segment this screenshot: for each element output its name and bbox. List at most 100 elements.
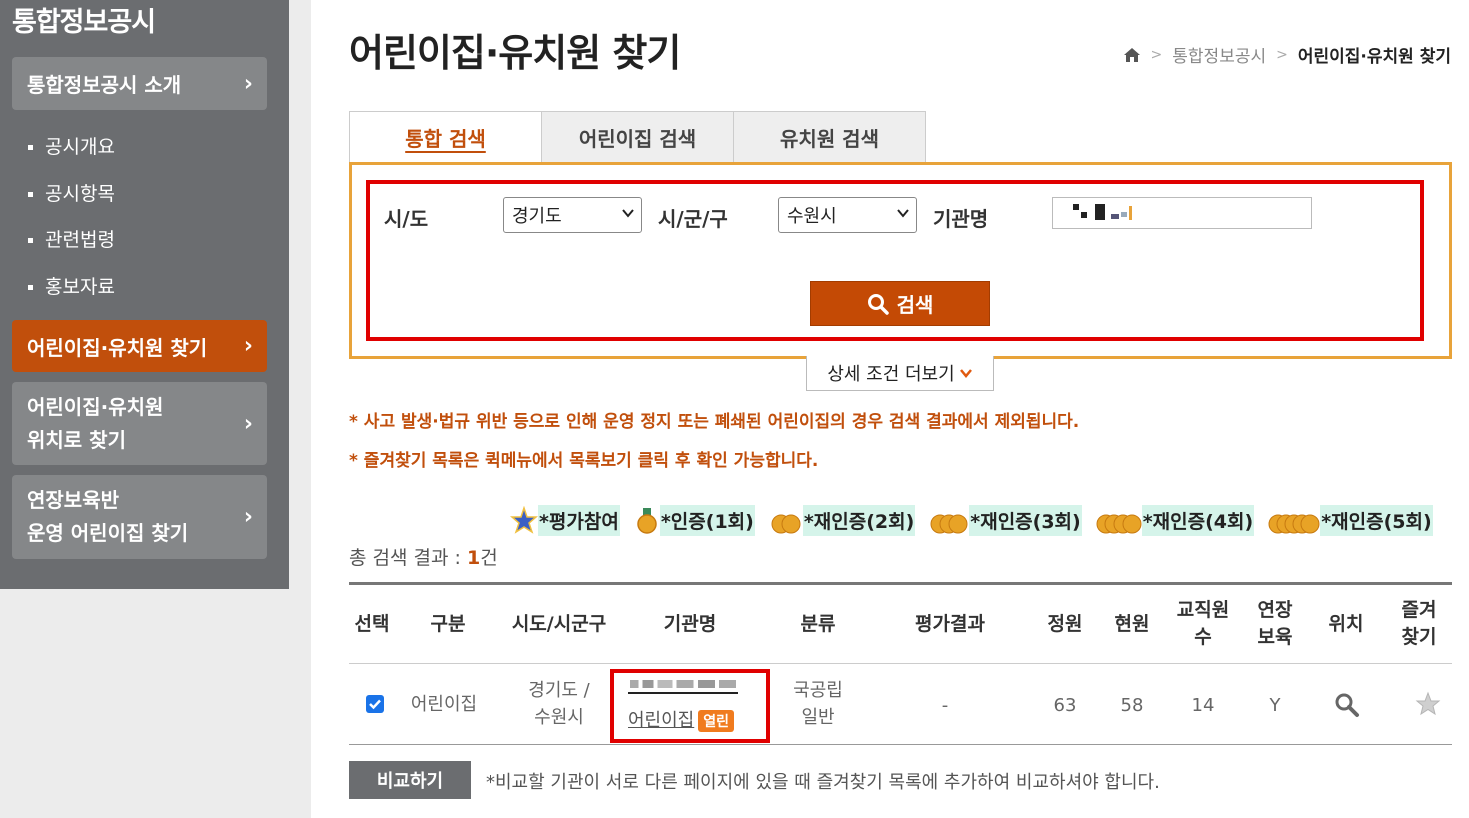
col-header-favorite-line1: 즐겨: [1401, 599, 1437, 621]
col-header-type: 구분: [430, 613, 466, 635]
legend-cert-2: *재인증(2회): [769, 505, 916, 536]
sidebar-item-find-by-location[interactable]: 어린이집·유치원 위치로 찾기 ›: [12, 382, 267, 465]
table-bottom-border: [349, 744, 1452, 745]
chevron-right-icon: ›: [243, 411, 253, 436]
row-select-checkbox[interactable]: [366, 695, 384, 713]
sidebar-item-label: 연장보육반: [27, 488, 119, 512]
cell-eval: -: [941, 695, 949, 716]
sigungu-select-value: 수원시: [787, 206, 837, 227]
sidebar-item-label: 통합정보공시 소개: [27, 73, 182, 97]
cell-extended: Y: [1269, 695, 1281, 716]
col-header-current: 현원: [1114, 613, 1150, 635]
sidebar-subitem-label: 공시항목: [45, 183, 115, 205]
col-header-capacity: 정원: [1047, 613, 1083, 635]
sidebar-item-label: 어린이집·유치원 찾기: [27, 335, 208, 360]
sido-label: 시/도: [384, 207, 429, 231]
sidebar-item-label: 위치로 찾기: [27, 427, 126, 452]
rating-legend: *평가참여 *인증(1회) *재인증(2회) *재인증(3회) *재인증(4회)…: [510, 505, 1433, 536]
bullet-icon: [28, 238, 33, 243]
legend-label: *평가참여: [538, 505, 620, 536]
breadcrumb-level1[interactable]: 통합정보공시: [1172, 42, 1266, 67]
breadcrumb-separator-icon: >: [1150, 46, 1163, 63]
more-conditions-label: 상세 조건 더보기: [827, 364, 955, 385]
sidebar-subitem-promo[interactable]: 홍보자료: [28, 272, 115, 299]
legend-cert-4: *재인증(4회): [1096, 505, 1255, 536]
institution-name-label: 기관명: [933, 207, 989, 231]
legend-eval-participation: *평가참여: [510, 505, 620, 536]
cell-category-line1: 국공립: [793, 680, 843, 701]
search-tabs: 통합 검색 어린이집 검색 유치원 검색: [349, 111, 926, 163]
medal-icon: [637, 507, 657, 534]
sidebar-item-intro[interactable]: 통합정보공시 소개 ›: [12, 57, 267, 110]
legend-cert-5: *재인증(5회): [1268, 505, 1433, 536]
cell-category: 국공립 일반: [778, 677, 858, 731]
notice-excluded: * 사고 발생·법규 위반 등으로 인해 운영 정지 또는 폐쇄된 어린이집의 …: [349, 412, 1080, 432]
sidebar-item-label: 어린이집·유치원: [27, 394, 164, 419]
compare-button[interactable]: 비교하기: [349, 761, 471, 799]
legend-cert-3: *재인증(3회): [929, 505, 1082, 536]
col-header-location: 위치: [1328, 613, 1364, 635]
notice-favorites: * 즐겨찾기 목록은 퀵메뉴에서 목록보기 클릭 후 확인 가능합니다.: [349, 451, 819, 471]
gutter: [289, 0, 311, 818]
total-count: 1: [466, 547, 481, 569]
col-header-staff-line2: 수: [1194, 626, 1212, 648]
search-button-label: 검색: [896, 293, 934, 317]
sidebar-item-extended-care[interactable]: 연장보육반 운영 어린이집 찾기 ›: [12, 475, 267, 559]
col-header-extended-line1: 연장: [1257, 599, 1293, 621]
cell-type: 어린이집: [410, 694, 478, 715]
page: 통합정보공시 통합정보공시 소개 › 공시개요 공시항목 관련법령 홍보자료 어…: [0, 0, 1469, 818]
col-header-region: 시도/시군구: [511, 613, 607, 635]
highlight-outline: [610, 669, 770, 743]
sido-select[interactable]: 경기도: [503, 197, 642, 233]
sido-select-value: 경기도: [512, 206, 562, 227]
search-button[interactable]: 검색: [810, 281, 990, 326]
favorite-star-icon[interactable]: [1415, 691, 1441, 717]
sidebar-subitem-laws[interactable]: 관련법령: [28, 225, 115, 252]
col-header-staff: 교직원 수: [1168, 597, 1238, 651]
chevron-down-icon: [897, 209, 909, 218]
home-icon[interactable]: [1123, 46, 1141, 64]
legend-label: *인증(1회): [659, 505, 755, 536]
chevron-down-icon: [959, 369, 972, 378]
tab-kindergarten-search[interactable]: 유치원 검색: [733, 111, 926, 163]
table-header-divider: [349, 663, 1452, 664]
star-medal-icon: [510, 505, 538, 534]
tab-integrated-search[interactable]: 통합 검색: [349, 111, 542, 163]
total-results: 총 검색 결과 : 1건: [349, 543, 498, 570]
compare-note: *비교할 기관이 서로 다른 페이지에 있을 때 즐겨찾기 목록에 추가하여 비…: [486, 772, 1160, 793]
sidebar-subitem-overview[interactable]: 공시개요: [28, 132, 115, 159]
sidebar-subitem-items[interactable]: 공시항목: [28, 179, 115, 206]
chevron-right-icon: ›: [243, 71, 253, 96]
chevron-right-icon: ›: [243, 333, 253, 359]
col-header-staff-line1: 교직원: [1176, 599, 1230, 621]
table-top-border: [349, 582, 1452, 585]
checkmark-icon: [369, 699, 381, 710]
breadcrumb-separator-icon: >: [1276, 46, 1288, 63]
legend-label: *재인증(3회): [969, 505, 1082, 536]
sidebar-item-find[interactable]: 어린이집·유치원 찾기 ›: [12, 320, 267, 372]
cell-staff: 14: [1191, 695, 1215, 716]
medal-4-icon: [1096, 514, 1142, 533]
sigungu-select[interactable]: 수원시: [778, 197, 917, 233]
cell-region: 경기도 / 수원시: [509, 677, 609, 731]
more-conditions-button[interactable]: 상세 조건 더보기: [806, 356, 994, 391]
total-suffix: 건: [480, 547, 498, 569]
col-header-category: 분류: [800, 613, 836, 635]
col-header-eval: 평가결과: [915, 613, 985, 635]
total-prefix: 총 검색 결과 :: [349, 547, 467, 569]
institution-name-input[interactable]: [1052, 197, 1312, 229]
legend-cert-1: *인증(1회): [634, 505, 755, 536]
bullet-icon: [28, 192, 33, 197]
cell-region-line1: 경기도 /: [528, 680, 590, 701]
col-header-favorite: 즐겨 찾기: [1393, 597, 1445, 651]
medal-5-icon: [1268, 514, 1320, 533]
location-search-icon[interactable]: [1334, 692, 1360, 718]
chevron-right-icon: ›: [243, 504, 253, 530]
cell-category-line2: 일반: [801, 707, 835, 728]
medal-2-icon: [771, 514, 801, 533]
sidebar-subitem-label: 홍보자료: [45, 276, 115, 298]
tab-daycare-search[interactable]: 어린이집 검색: [541, 111, 734, 163]
col-header-extended-line2: 보육: [1257, 626, 1293, 648]
bullet-icon: [28, 285, 33, 290]
page-title: 어린이집·유치원 찾기: [349, 31, 681, 75]
